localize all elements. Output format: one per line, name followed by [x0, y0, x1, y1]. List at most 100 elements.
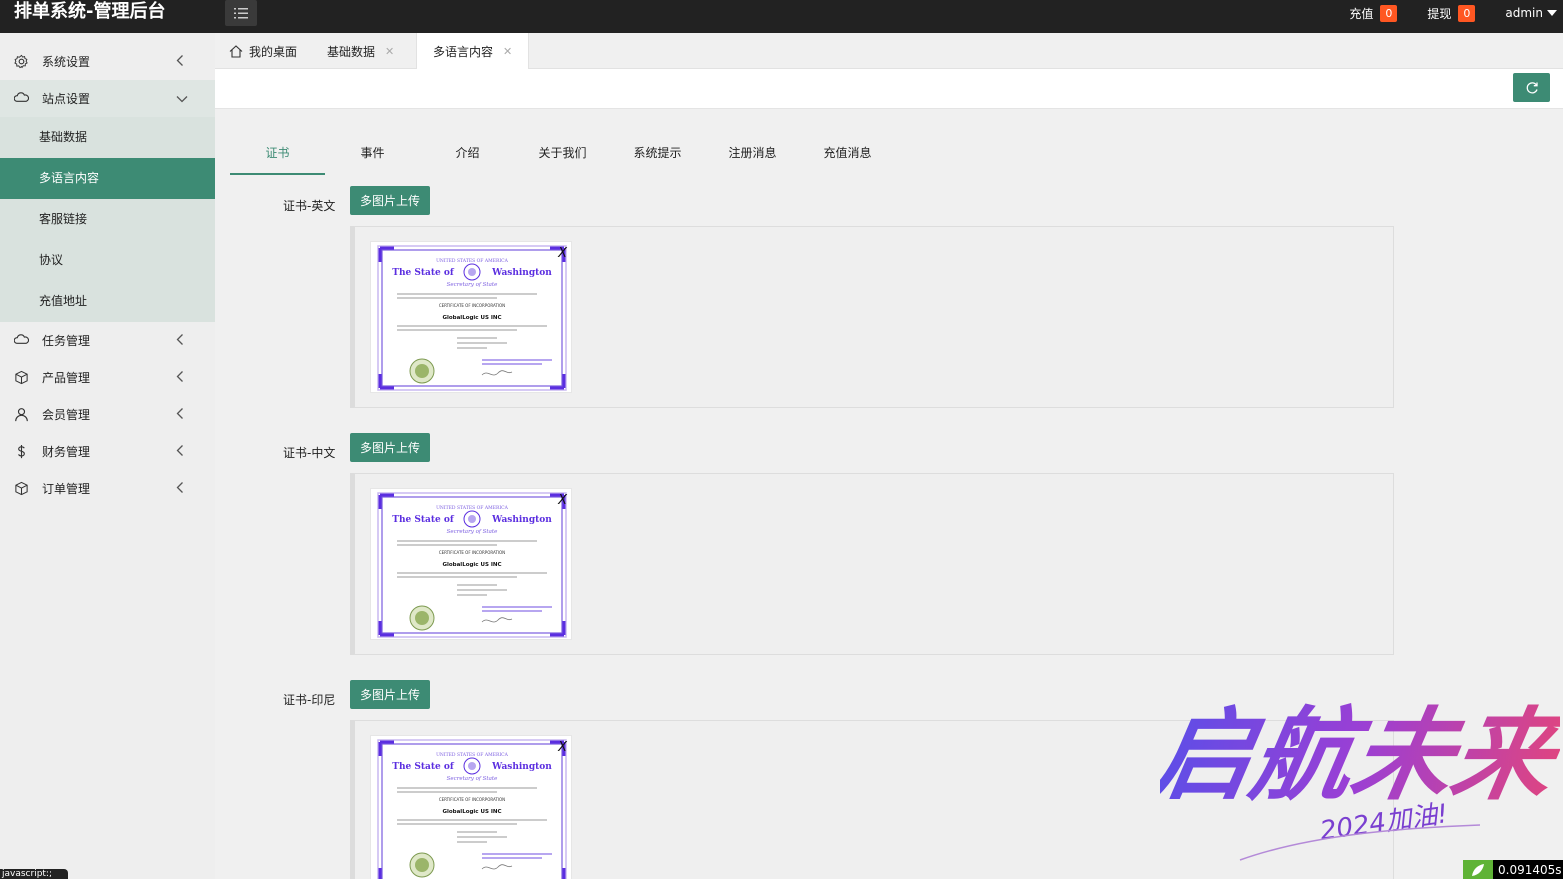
chevron-left-icon [176, 481, 184, 496]
withdraw-badge: 0 [1458, 4, 1476, 22]
sidebar-item-finance-management[interactable]: 财务管理 [0, 433, 215, 470]
sidebar-subitem-basic-data[interactable]: 基础数据 [0, 117, 215, 158]
gear-icon [14, 54, 29, 69]
tab-register-message[interactable]: 注册消息 [705, 137, 800, 175]
sidebar-item-label: 财务管理 [42, 445, 91, 459]
user-name: admin [1505, 6, 1543, 20]
svg-text:GlobalLogic US INC: GlobalLogic US INC [442, 809, 501, 815]
sidebar-item-task-management[interactable]: 任务管理 [0, 322, 215, 359]
tab-label: 我的桌面 [249, 44, 298, 59]
dollar-icon [14, 444, 29, 459]
svg-text:UNITED STATES OF AMERICA: UNITED STATES OF AMERICA [436, 752, 508, 758]
sidebar-item-label: 产品管理 [42, 371, 91, 385]
image-list: UNITED STATES OF AMERICA The State of Wa… [350, 473, 1394, 655]
box-icon [14, 370, 29, 385]
svg-text:Washington: Washington [491, 515, 552, 525]
sidebar: 系统设置 站点设置 基础数据 多语言内容 客服链接 协议 充值地址 任务管理 产… [0, 33, 215, 879]
delete-image-button[interactable]: X [558, 740, 567, 755]
user-menu[interactable]: admin [1505, 6, 1557, 20]
site-icon [14, 91, 29, 106]
delete-image-button[interactable]: X [558, 246, 567, 261]
svg-text:GlobalLogic US INC: GlobalLogic US INC [442, 315, 501, 321]
tab-about-us[interactable]: 关于我们 [515, 137, 610, 175]
delete-image-button[interactable]: X [558, 493, 567, 508]
watermark-logo: 启航未来 2024加油! [1160, 697, 1560, 861]
svg-text:The State of: The State of [392, 762, 455, 772]
svg-text:The State of: The State of [392, 268, 455, 278]
svg-text:CERTIFICATE OF INCORPORATION: CERTIFICATE OF INCORPORATION [439, 797, 505, 802]
menu-toggle-button[interactable] [225, 0, 257, 26]
app-title: 排单系统-管理后台 [14, 1, 166, 22]
sidebar-item-label: 会员管理 [42, 408, 91, 422]
section-label: 证书-印尼 [283, 693, 336, 707]
close-icon[interactable]: ✕ [503, 45, 512, 58]
svg-text:Washington: Washington [491, 268, 552, 278]
svg-text:Washington: Washington [491, 762, 552, 772]
tab-intro[interactable]: 介绍 [420, 137, 515, 175]
svg-text:CERTIFICATE OF INCORPORATION: CERTIFICATE OF INCORPORATION [439, 550, 505, 555]
multi-image-upload-button[interactable]: 多图片上传 [350, 433, 430, 462]
svg-text:GlobalLogic US INC: GlobalLogic US INC [442, 562, 501, 568]
site-settings-submenu: 基础数据 多语言内容 客服链接 协议 充值地址 [0, 117, 215, 322]
withdraw-label: 提现 [1427, 6, 1452, 21]
chevron-left-icon [176, 407, 184, 422]
refresh-button[interactable] [1513, 73, 1550, 102]
close-icon[interactable]: ✕ [385, 45, 394, 58]
caret-down-icon [1547, 10, 1557, 16]
sidebar-subitem-multilang[interactable]: 多语言内容 [0, 158, 215, 199]
multi-image-upload-button[interactable]: 多图片上传 [350, 186, 430, 215]
sidebar-item-label: 站点设置 [42, 92, 91, 106]
sidebar-item-label: 任务管理 [42, 334, 91, 348]
top-header: 排单系统-管理后台 充值 0 提现 0 admin [0, 0, 1563, 33]
tab-certificate[interactable]: 证书 [230, 137, 325, 175]
sidebar-item-site-settings[interactable]: 站点设置 [0, 80, 215, 117]
multi-image-upload-button[interactable]: 多图片上传 [350, 680, 430, 709]
user-icon [14, 407, 29, 422]
order-icon [14, 481, 29, 496]
recharge-link[interactable]: 充值 0 [1349, 4, 1398, 22]
debug-timer-value: 0.091405s [1498, 862, 1562, 877]
sidebar-item-system-settings[interactable]: 系统设置 [0, 43, 215, 80]
section-label: 证书-英文 [283, 199, 336, 213]
tab-label: 多语言内容 [433, 45, 494, 59]
svg-text:Secretary of State: Secretary of State [447, 529, 499, 535]
chevron-left-icon [176, 54, 184, 69]
recharge-label: 充值 [1349, 6, 1374, 21]
watermark-main-text: 启航未来 [1160, 697, 1560, 814]
chevron-left-icon [176, 444, 184, 459]
sidebar-subitem-service-link[interactable]: 客服链接 [0, 199, 215, 240]
page-tab-bar: 我的桌面 基础数据 ✕ 多语言内容 ✕ [215, 33, 1563, 70]
sidebar-item-product-management[interactable]: 产品管理 [0, 359, 215, 396]
leaf-icon [1463, 860, 1493, 879]
tab-basic-data[interactable]: 基础数据 ✕ [327, 33, 394, 69]
svg-text:Secretary of State: Secretary of State [447, 776, 499, 782]
sidebar-item-member-management[interactable]: 会员管理 [0, 396, 215, 433]
certificate-image: UNITED STATES OF AMERICA The State of Wa… [377, 739, 567, 879]
svg-text:CERTIFICATE OF INCORPORATION: CERTIFICATE OF INCORPORATION [439, 303, 505, 308]
svg-text:Secretary of State: Secretary of State [447, 282, 499, 288]
debug-timer: 0.091405s [1463, 860, 1563, 879]
sidebar-item-order-management[interactable]: 订单管理 [0, 470, 215, 507]
svg-text:UNITED STATES OF AMERICA: UNITED STATES OF AMERICA [436, 258, 508, 264]
tab-multilang[interactable]: 多语言内容 ✕ [416, 33, 530, 70]
section-label: 证书-中文 [283, 446, 336, 460]
sidebar-subitem-agreement[interactable]: 协议 [0, 240, 215, 281]
image-list: UNITED STATES OF AMERICA The State of Wa… [350, 226, 1394, 408]
list-icon [234, 7, 248, 18]
chevron-down-icon [176, 92, 188, 106]
image-thumbnail[interactable]: UNITED STATES OF AMERICA The State of Wa… [370, 735, 572, 879]
withdraw-link[interactable]: 提现 0 [1427, 4, 1476, 22]
home-icon [229, 44, 243, 58]
svg-text:UNITED STATES OF AMERICA: UNITED STATES OF AMERICA [436, 505, 508, 511]
image-thumbnail[interactable]: UNITED STATES OF AMERICA The State of Wa… [370, 241, 572, 393]
sidebar-subitem-recharge-address[interactable]: 充值地址 [0, 281, 215, 322]
tab-event[interactable]: 事件 [325, 137, 420, 175]
image-thumbnail[interactable]: UNITED STATES OF AMERICA The State of Wa… [370, 488, 572, 640]
tab-recharge-message[interactable]: 充值消息 [800, 137, 895, 175]
tab-home[interactable]: 我的桌面 [229, 33, 297, 69]
tab-system-tips[interactable]: 系统提示 [610, 137, 705, 175]
sidebar-item-label: 系统设置 [42, 55, 91, 69]
content-tabs: 证书 事件 介绍 关于我们 系统提示 注册消息 充值消息 [230, 137, 895, 175]
tab-label: 基础数据 [327, 44, 376, 59]
status-tooltip: javascript:; [0, 869, 68, 879]
